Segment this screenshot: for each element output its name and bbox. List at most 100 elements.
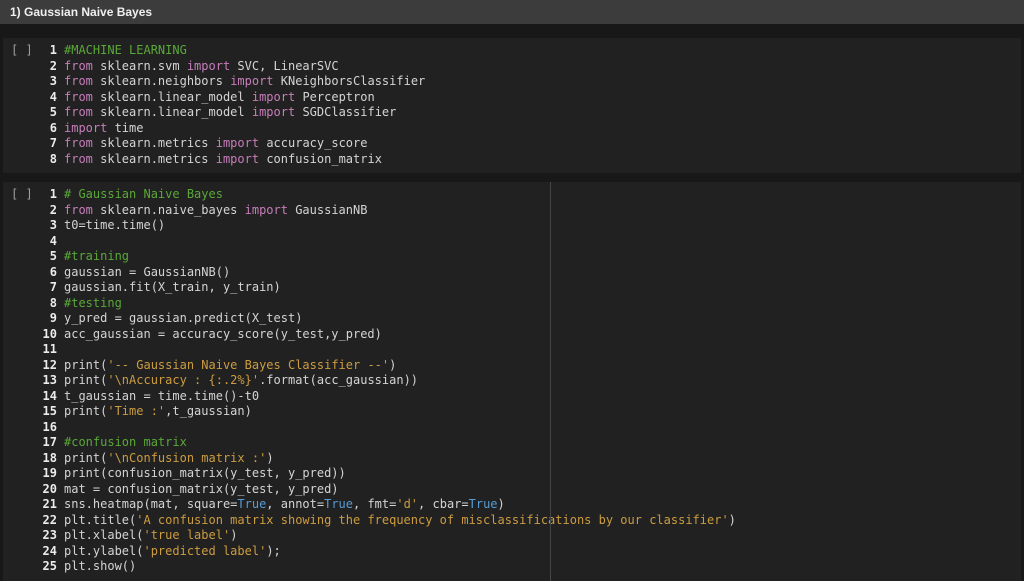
line-number: 1: [39, 187, 57, 203]
line-number: 16: [39, 420, 57, 436]
code-token: from: [64, 59, 93, 73]
code-line: 19print(confusion_matrix(y_test, y_pred)…: [39, 466, 1021, 482]
code-token: sklearn.linear_model: [93, 90, 252, 104]
code-line: 6import time: [39, 121, 1021, 137]
editor-ruler-line: [550, 182, 551, 581]
line-number: 22: [39, 513, 57, 529]
line-number: 23: [39, 528, 57, 544]
line-number: 7: [39, 136, 57, 152]
line-number: 20: [39, 482, 57, 498]
line-number: 11: [39, 342, 57, 358]
line-number: 5: [39, 249, 57, 265]
code-token: t0=time.time(): [64, 218, 165, 232]
code-token: import: [252, 90, 295, 104]
code-line: 7gaussian.fit(X_train, y_train): [39, 280, 1021, 296]
code-token: plt.show(): [64, 559, 136, 573]
code-token: , fmt=: [353, 497, 396, 511]
line-number: 4: [39, 90, 57, 106]
code-token: ,t_gaussian): [165, 404, 252, 418]
code-token: );: [266, 544, 280, 558]
code-token: KNeighborsClassifier: [274, 74, 426, 88]
line-number: 4: [39, 234, 57, 250]
code-token: y_pred = gaussian.predict(X_test): [64, 311, 302, 325]
code-line: 20mat = confusion_matrix(y_test, y_pred): [39, 482, 1021, 498]
line-number: 10: [39, 327, 57, 343]
code-token: 'A confusion matrix showing the frequenc…: [136, 513, 728, 527]
code-token: , cbar=: [418, 497, 469, 511]
code-token: gaussian.fit(X_train, y_train): [64, 280, 281, 294]
line-number: 8: [39, 152, 57, 168]
code-token: from: [64, 74, 93, 88]
line-number: 1: [39, 43, 57, 59]
code-line: 12print('-- Gaussian Naive Bayes Classif…: [39, 358, 1021, 374]
line-number: 15: [39, 404, 57, 420]
line-number: 21: [39, 497, 57, 513]
code-token: ): [230, 528, 237, 542]
code-token: True: [237, 497, 266, 511]
code-line: 3 t0=time.time(): [39, 218, 1021, 234]
code-token: ): [729, 513, 736, 527]
line-number: 2: [39, 59, 57, 75]
code-line: 25 plt.show(): [39, 559, 1021, 575]
code-cell[interactable]: [ ]1# Gaussian Naive Bayes2from sklearn.…: [3, 182, 1021, 581]
code-token: sklearn.svm: [93, 59, 187, 73]
code-line: 24 plt.ylabel('predicted label');: [39, 544, 1021, 560]
code-line: 5from sklearn.linear_model import SGDCla…: [39, 105, 1021, 121]
code-line: 8#testing: [39, 296, 1021, 312]
code-line: 22plt.title('A confusion matrix showing …: [39, 513, 1021, 529]
code-token: accuracy_score: [259, 136, 367, 150]
code-line: 15print('Time :',t_gaussian): [39, 404, 1021, 420]
line-number: 19: [39, 466, 57, 482]
line-number: 6: [39, 265, 57, 281]
section-header: 1) Gaussian Naive Bayes: [0, 0, 1024, 24]
code-token: from: [64, 203, 93, 217]
line-number: 13: [39, 373, 57, 389]
code-line: 10 acc_gaussian = accuracy_score(y_test,y…: [39, 327, 1021, 343]
code-line: 11: [39, 342, 1021, 358]
code-token: '\nConfusion matrix :': [107, 451, 266, 465]
code-token: gaussian = GaussianNB(): [64, 265, 230, 279]
code-token: acc_gaussian = accuracy_score(y_test,y_p…: [64, 327, 382, 341]
line-number: 24: [39, 544, 57, 560]
code-line: 1# Gaussian Naive Bayes: [39, 187, 1021, 203]
code-token: plt.ylabel(: [64, 544, 143, 558]
code-token: 'true label': [143, 528, 230, 542]
code-cell[interactable]: [ ]1#MACHINE LEARNING2from sklearn.svm i…: [3, 38, 1021, 173]
line-number: 3: [39, 218, 57, 234]
code-token: import: [252, 105, 295, 119]
code-token: import: [64, 121, 107, 135]
code-token: print(: [64, 373, 107, 387]
code-line: 13print('\nAccuracy : {:.2%}'.format(acc…: [39, 373, 1021, 389]
code-line: 4: [39, 234, 1021, 250]
line-number: 18: [39, 451, 57, 467]
code-token: import: [216, 152, 259, 166]
code-token: ): [389, 358, 396, 372]
code-editor[interactable]: 1# Gaussian Naive Bayes2from sklearn.nai…: [39, 187, 1021, 575]
line-number: 12: [39, 358, 57, 374]
code-line: 21sns.heatmap(mat, square=True, annot=Tr…: [39, 497, 1021, 513]
code-line: 16: [39, 420, 1021, 436]
code-token: #confusion matrix: [64, 435, 187, 449]
code-editor[interactable]: 1#MACHINE LEARNING2 from sklearn.svm impo…: [39, 43, 1021, 167]
code-token: True: [324, 497, 353, 511]
code-token: confusion_matrix: [259, 152, 382, 166]
code-token: import: [245, 203, 288, 217]
code-token: 'predicted label': [143, 544, 266, 558]
code-token: 'Time :': [107, 404, 165, 418]
code-token: SGDClassifier: [295, 105, 396, 119]
code-line: 2from sklearn.naive_bayes import Gaussia…: [39, 203, 1021, 219]
code-line: 5#training: [39, 249, 1021, 265]
code-token: '-- Gaussian Naive Bayes Classifier --': [107, 358, 389, 372]
code-line: 14t_gaussian = time.time()-t0: [39, 389, 1021, 405]
code-token: sklearn.metrics: [93, 136, 216, 150]
section-title: 1) Gaussian Naive Bayes: [10, 5, 152, 19]
code-token: ): [266, 451, 273, 465]
code-token: ): [498, 497, 505, 511]
code-token: print(: [64, 451, 107, 465]
code-line: 23plt.xlabel('true label'): [39, 528, 1021, 544]
code-token: sklearn.metrics: [93, 152, 216, 166]
code-token: from: [64, 105, 93, 119]
code-token: import: [216, 136, 259, 150]
line-number: 25: [39, 559, 57, 575]
code-line: 1#MACHINE LEARNING: [39, 43, 1021, 59]
